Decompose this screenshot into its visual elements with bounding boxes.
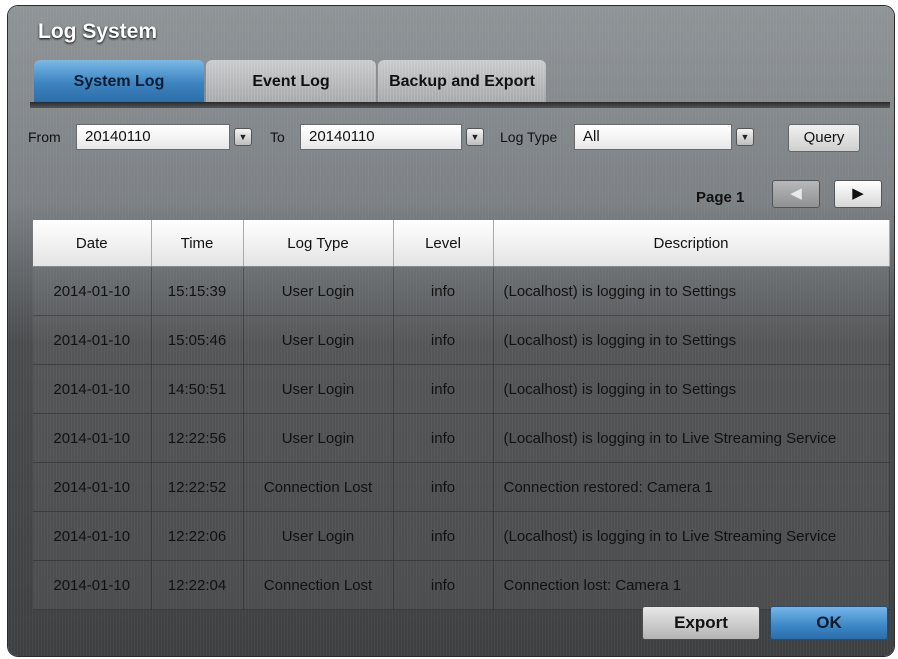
log-type-dropdown-button[interactable]: ▼ (736, 128, 754, 146)
triangle-down-icon: ▼ (238, 132, 248, 142)
window-title: Log System (38, 20, 158, 43)
cell-date: 2014-01-10 (33, 560, 152, 610)
cell-time: 15:05:46 (151, 315, 244, 365)
tab-divider (30, 102, 890, 108)
column-header-description[interactable]: Description (493, 220, 890, 267)
cell-date: 2014-01-10 (33, 315, 152, 365)
column-header-log-type[interactable]: Log Type (243, 220, 394, 267)
cell-level: info (393, 315, 494, 365)
cell-date: 2014-01-10 (33, 266, 152, 316)
cell-date: 2014-01-10 (33, 511, 152, 561)
column-header-level[interactable]: Level (393, 220, 494, 267)
cell-time: 12:22:06 (151, 511, 244, 561)
next-page-button[interactable]: ▶ (834, 180, 882, 208)
cell-level: info (393, 560, 494, 610)
table-row[interactable]: 2014-01-10 12:22:04 Connection Lost info… (33, 560, 890, 610)
table-row[interactable]: 2014-01-10 12:22:06 User Login info (Loc… (33, 511, 890, 561)
filter-bar: From 20140110 ▼ To 20140110 ▼ Log Type A… (8, 124, 894, 154)
table-header-row: Date Time Log Type Level Description (33, 220, 890, 267)
triangle-left-icon: ◀ (790, 185, 802, 202)
table-row[interactable]: 2014-01-10 12:22:56 User Login info (Loc… (33, 413, 890, 463)
cell-level: info (393, 462, 494, 512)
cell-log-type: User Login (243, 511, 394, 561)
to-date-select[interactable]: 20140110 (300, 124, 462, 150)
cell-log-type: User Login (243, 266, 394, 316)
to-label: To (270, 129, 285, 145)
cell-date: 2014-01-10 (33, 413, 152, 463)
table-row[interactable]: 2014-01-10 12:22:52 Connection Lost info… (33, 462, 890, 512)
cell-log-type: User Login (243, 315, 394, 365)
log-type-value: All (583, 128, 600, 145)
triangle-right-icon: ▶ (852, 185, 864, 202)
triangle-down-icon: ▼ (470, 132, 480, 142)
column-header-date[interactable]: Date (33, 220, 152, 267)
cell-log-type: Connection Lost (243, 462, 394, 512)
tab-backup-and-export[interactable]: Backup and Export (378, 60, 546, 102)
query-button[interactable]: Query (788, 124, 860, 152)
previous-page-button[interactable]: ◀ (772, 180, 820, 208)
log-type-label: Log Type (500, 129, 558, 145)
cell-description: (Localhost) is logging in to Live Stream… (493, 511, 890, 561)
cell-description: (Localhost) is logging in to Settings (493, 266, 890, 316)
log-system-dialog: Log System System Log Event Log Backup a… (8, 6, 894, 656)
table-row[interactable]: 2014-01-10 15:15:39 User Login info (Loc… (33, 266, 890, 316)
cell-time: 12:22:04 (151, 560, 244, 610)
to-dropdown-button[interactable]: ▼ (466, 128, 484, 146)
cell-time: 12:22:56 (151, 413, 244, 463)
table-row[interactable]: 2014-01-10 15:05:46 User Login info (Loc… (33, 315, 890, 365)
cell-time: 12:22:52 (151, 462, 244, 512)
from-dropdown-button[interactable]: ▼ (234, 128, 252, 146)
cell-time: 14:50:51 (151, 364, 244, 414)
cell-description: (Localhost) is logging in to Settings (493, 315, 890, 365)
tab-event-log[interactable]: Event Log (206, 60, 376, 102)
tab-system-log[interactable]: System Log (34, 60, 204, 102)
ok-button[interactable]: OK (770, 606, 888, 640)
triangle-down-icon: ▼ (740, 132, 750, 142)
from-date-select[interactable]: 20140110 (76, 124, 230, 150)
from-label: From (28, 129, 61, 145)
cell-time: 15:15:39 (151, 266, 244, 316)
cell-level: info (393, 413, 494, 463)
cell-level: info (393, 511, 494, 561)
log-table: Date Time Log Type Level Description 201… (33, 220, 890, 610)
to-date-value: 20140110 (309, 128, 375, 145)
cell-log-type: User Login (243, 364, 394, 414)
export-button[interactable]: Export (642, 606, 760, 640)
cell-description: Connection restored: Camera 1 (493, 462, 890, 512)
from-date-value: 20140110 (85, 128, 151, 145)
cell-description: Connection lost: Camera 1 (493, 560, 890, 610)
cell-level: info (393, 266, 494, 316)
cell-description: (Localhost) is logging in to Settings (493, 364, 890, 414)
cell-level: info (393, 364, 494, 414)
cell-log-type: User Login (243, 413, 394, 463)
cell-log-type: Connection Lost (243, 560, 394, 610)
column-header-time[interactable]: Time (151, 220, 244, 267)
cell-description: (Localhost) is logging in to Live Stream… (493, 413, 890, 463)
cell-date: 2014-01-10 (33, 364, 152, 414)
page-indicator: Page 1 (696, 189, 745, 206)
cell-date: 2014-01-10 (33, 462, 152, 512)
log-type-select[interactable]: All (574, 124, 732, 150)
table-row[interactable]: 2014-01-10 14:50:51 User Login info (Loc… (33, 364, 890, 414)
